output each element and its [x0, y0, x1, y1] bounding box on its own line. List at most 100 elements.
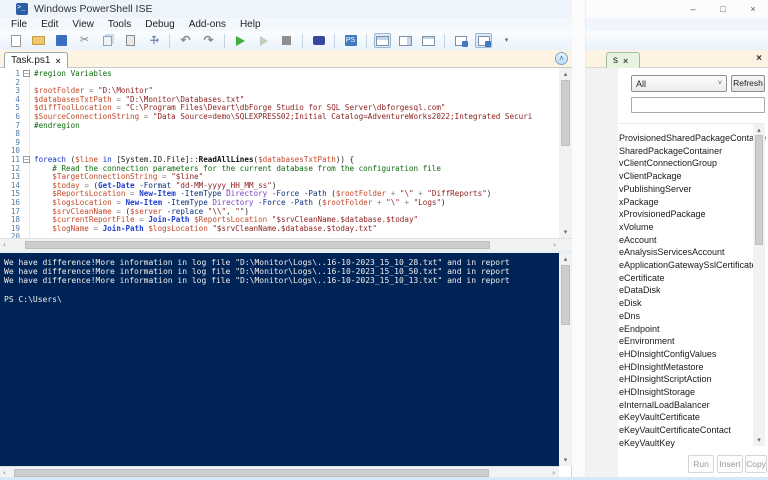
- scroll-right-icon[interactable]: ›: [552, 469, 555, 477]
- clear-console-icon[interactable]: ⚒: [145, 33, 162, 48]
- console-output-line: We have difference!More information in l…: [4, 276, 510, 286]
- script-tab[interactable]: Task.ps1 ×: [4, 52, 68, 68]
- editor-horizontal-scrollbar[interactable]: ‹ ›: [0, 238, 572, 250]
- command-list-item[interactable]: eKeyVaultKey: [619, 437, 675, 448]
- scrollbar-thumb[interactable]: [561, 80, 570, 146]
- open-script-icon[interactable]: [30, 33, 47, 48]
- run-button[interactable]: Run: [688, 455, 714, 473]
- command-list-item[interactable]: eApplicationGatewaySslCertificate: [619, 259, 757, 271]
- menu-view[interactable]: View: [65, 18, 101, 31]
- list-vertical-scrollbar[interactable]: ▴ ▾: [753, 124, 765, 446]
- menu-edit[interactable]: Edit: [34, 18, 65, 31]
- commands-tab[interactable]: s ×: [606, 52, 640, 68]
- scroll-up-icon[interactable]: ▴: [559, 70, 572, 78]
- script-tab-strip: Task.ps1 × ˄: [0, 50, 572, 68]
- command-list-item[interactable]: eKeyVaultCertificate: [619, 411, 700, 423]
- refresh-button[interactable]: Refresh: [731, 75, 765, 92]
- tab-close-icon[interactable]: ×: [623, 56, 628, 66]
- script-pane-top-icon[interactable]: [374, 33, 391, 48]
- command-list-item[interactable]: eCertificate: [619, 272, 665, 284]
- command-list[interactable]: ProvisionedSharedPackageContainer SharedP…: [618, 123, 766, 448]
- run-selection-icon[interactable]: [255, 33, 272, 48]
- fold-collapse-icon[interactable]: –: [23, 70, 30, 77]
- copy-icon[interactable]: [99, 33, 116, 48]
- scrollbar-thumb[interactable]: [755, 135, 763, 245]
- line-number-gutter: 1–2 3 4 5 6 7 8 9 10 11–12 13 14 15 16 17 18 19 20: [0, 68, 30, 238]
- copy-button[interactable]: Copy: [745, 455, 767, 473]
- module-filter-dropdown[interactable]: All ˅: [631, 75, 727, 92]
- paste-icon: [126, 35, 135, 46]
- scroll-left-icon[interactable]: ‹: [3, 469, 6, 477]
- script-editor[interactable]: 1–2 3 4 5 6 7 8 9 10 11–12 13 14 15 16 17 18 19 20 #regio…: [0, 68, 572, 238]
- stop-operation-icon[interactable]: [278, 33, 295, 48]
- command-list-item[interactable]: eEndpoint: [619, 323, 660, 335]
- scrollbar-thumb[interactable]: [14, 469, 489, 477]
- insert-button[interactable]: Insert: [717, 455, 743, 473]
- command-list-item[interactable]: SharedPackageContainer: [619, 145, 722, 157]
- command-list-item[interactable]: vClientPackage: [619, 170, 682, 182]
- new-remote-powershell-tab-icon[interactable]: [310, 33, 327, 48]
- menu-tools[interactable]: Tools: [101, 18, 138, 31]
- command-list-item[interactable]: eInternalLoadBalancer: [619, 399, 710, 411]
- console-pane[interactable]: We have difference!More information in l…: [0, 253, 559, 466]
- menu-help[interactable]: Help: [233, 18, 268, 31]
- close-icon[interactable]: ×: [738, 0, 768, 18]
- scrollbar-thumb[interactable]: [25, 241, 490, 249]
- command-list-item[interactable]: eDns: [619, 310, 640, 322]
- console-vertical-scrollbar[interactable]: ▴ ▾: [559, 253, 572, 466]
- minimize-icon[interactable]: –: [678, 0, 708, 18]
- command-list-item[interactable]: eHDInsightScriptAction: [619, 373, 712, 385]
- run-script-icon: [236, 35, 245, 46]
- command-list-item[interactable]: eEnvironment: [619, 335, 675, 347]
- menu-addons[interactable]: Add-ons: [182, 18, 233, 31]
- menu-debug[interactable]: Debug: [138, 18, 181, 31]
- scrollbar-thumb[interactable]: [561, 265, 570, 325]
- command-list-item[interactable]: eHDInsightMetastore: [619, 361, 704, 373]
- command-list-item[interactable]: eHDInsightStorage: [619, 386, 695, 398]
- start-powershell-icon[interactable]: PS: [342, 33, 359, 48]
- editor-vertical-scrollbar[interactable]: ▴ ▾: [559, 68, 572, 238]
- commands-window-menu-band: [586, 18, 768, 31]
- command-list-item[interactable]: xPackage: [619, 196, 659, 208]
- scroll-down-icon[interactable]: ▾: [753, 436, 765, 444]
- scroll-left-icon[interactable]: ‹: [3, 241, 6, 249]
- new-script-icon[interactable]: [7, 33, 24, 48]
- command-list-item[interactable]: vPublishingServer: [619, 183, 692, 195]
- command-list-item[interactable]: xProvisionedPackage: [619, 208, 706, 220]
- fold-collapse-icon[interactable]: –: [23, 156, 30, 163]
- script-pane-expander-icon[interactable]: ˄: [555, 52, 568, 65]
- undo-icon[interactable]: ↶: [177, 33, 194, 48]
- window-title: Windows PowerShell ISE: [34, 3, 153, 15]
- maximize-icon[interactable]: □: [708, 0, 738, 18]
- save-icon[interactable]: [53, 33, 70, 48]
- run-script-icon[interactable]: [232, 33, 249, 48]
- command-list-item[interactable]: eDataDisk: [619, 284, 661, 296]
- toolbar-separator: [444, 33, 445, 48]
- toolbar-overflow-icon[interactable]: ▾: [498, 33, 515, 48]
- scroll-up-icon[interactable]: ▴: [559, 255, 572, 263]
- scroll-up-icon[interactable]: ▴: [753, 126, 765, 134]
- cut-icon[interactable]: ✂: [76, 33, 93, 48]
- show-command-window-icon[interactable]: [452, 33, 469, 48]
- command-list-item[interactable]: eAccount: [619, 234, 657, 246]
- command-list-item[interactable]: vClientConnectionGroup: [619, 157, 717, 169]
- scroll-down-icon[interactable]: ▾: [559, 228, 572, 236]
- paste-icon[interactable]: [122, 33, 139, 48]
- command-list-item[interactable]: eHDInsightConfigValues: [619, 348, 716, 360]
- menu-file[interactable]: File: [4, 18, 34, 31]
- command-list-item[interactable]: ProvisionedSharedPackageContainer: [619, 132, 766, 144]
- script-pane-maximized-icon[interactable]: [420, 33, 437, 48]
- command-list-item[interactable]: eKeyVaultCertificateContact: [619, 424, 731, 436]
- scroll-right-icon[interactable]: ›: [553, 241, 556, 249]
- command-list-item[interactable]: eAnalysisServicesAccount: [619, 246, 725, 258]
- command-search-input[interactable]: [631, 97, 765, 113]
- panel-close-icon[interactable]: ×: [756, 53, 762, 64]
- scroll-down-icon[interactable]: ▾: [559, 456, 572, 464]
- script-pane-right-icon[interactable]: [397, 33, 414, 48]
- command-list-item[interactable]: eDisk: [619, 297, 642, 309]
- redo-icon[interactable]: ↷: [200, 33, 217, 48]
- tab-close-icon[interactable]: ×: [55, 56, 60, 66]
- script-pane-right-icon: [399, 35, 412, 46]
- show-command-addon-icon[interactable]: [475, 33, 492, 48]
- command-list-item[interactable]: xVolume: [619, 221, 654, 233]
